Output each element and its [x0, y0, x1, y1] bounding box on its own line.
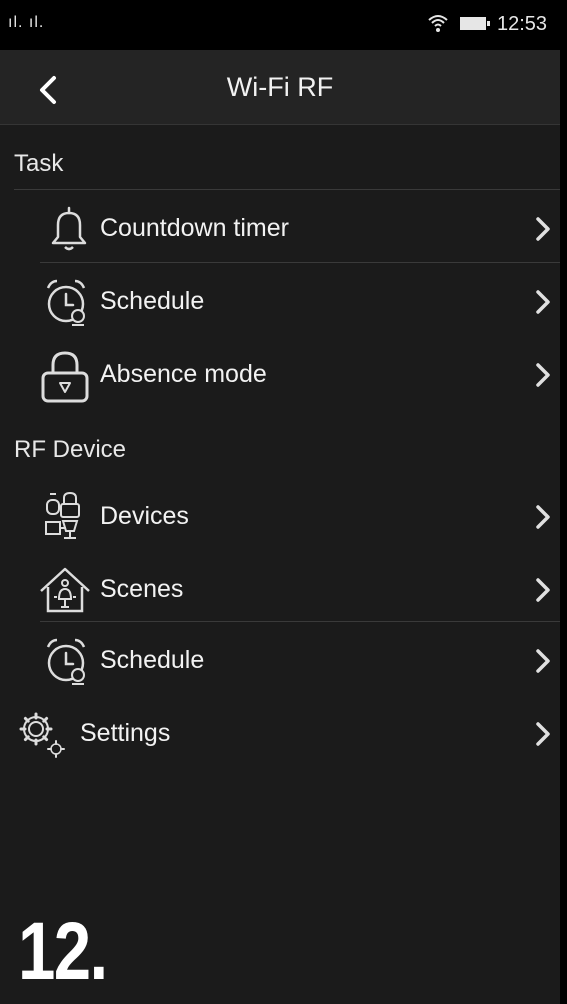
- divider: [40, 262, 560, 263]
- list-item-devices[interactable]: Devices: [0, 481, 560, 551]
- alarm-clock-icon: [46, 279, 86, 326]
- gear-icon: [19, 712, 65, 758]
- chevron-right-icon: [536, 505, 550, 529]
- chevron-right-icon: [536, 722, 550, 746]
- signal-strength-icon: ıl. ıl.: [8, 14, 45, 31]
- list-item-label: Absence mode: [100, 360, 267, 388]
- list-item-scenes[interactable]: Scenes: [0, 554, 560, 624]
- battery-icon: [460, 17, 490, 30]
- status-bar: ıl. ıl. 12:53: [0, 0, 560, 50]
- page-title: Wi-Fi RF: [226, 72, 334, 102]
- list-item-label: Schedule: [100, 646, 205, 674]
- devices-icon: [45, 491, 80, 539]
- app-bar: Wi-Fi RF: [0, 50, 560, 125]
- list-item-label: Settings: [80, 719, 171, 747]
- step-number: 12.: [18, 906, 108, 997]
- divider: [14, 189, 560, 190]
- section-header-task: Task: [14, 150, 64, 177]
- status-time: 12:53: [497, 13, 548, 35]
- list-item-absence-mode[interactable]: Absence mode: [0, 339, 560, 409]
- chevron-right-icon: [536, 290, 550, 314]
- chevron-right-icon: [536, 578, 550, 602]
- list-item-label: Countdown timer: [100, 214, 289, 242]
- list-item-countdown-timer[interactable]: Countdown timer: [0, 193, 560, 263]
- divider: [40, 621, 560, 622]
- list-item-label: Scenes: [100, 575, 184, 603]
- scene-house-icon: [40, 567, 90, 613]
- list-item-settings[interactable]: Settings: [0, 698, 560, 768]
- list-item-label: Schedule: [100, 287, 205, 315]
- list-item-label: Devices: [100, 502, 189, 530]
- chevron-right-icon: [536, 217, 550, 241]
- padlock-icon: [41, 351, 89, 403]
- bell-icon: [51, 206, 87, 251]
- section-header-rf-device: RF Device: [14, 436, 127, 463]
- wifi-icon: [428, 15, 448, 32]
- alarm-clock-icon: [46, 638, 86, 685]
- app-screen: ıl. ıl. 12:53 Wi-Fi RF Task Countdown ti…: [0, 0, 560, 1004]
- list-item-schedule[interactable]: Schedule: [0, 266, 560, 336]
- list-item-rf-schedule[interactable]: Schedule: [0, 625, 560, 695]
- chevron-right-icon: [536, 363, 550, 387]
- chevron-right-icon: [536, 649, 550, 673]
